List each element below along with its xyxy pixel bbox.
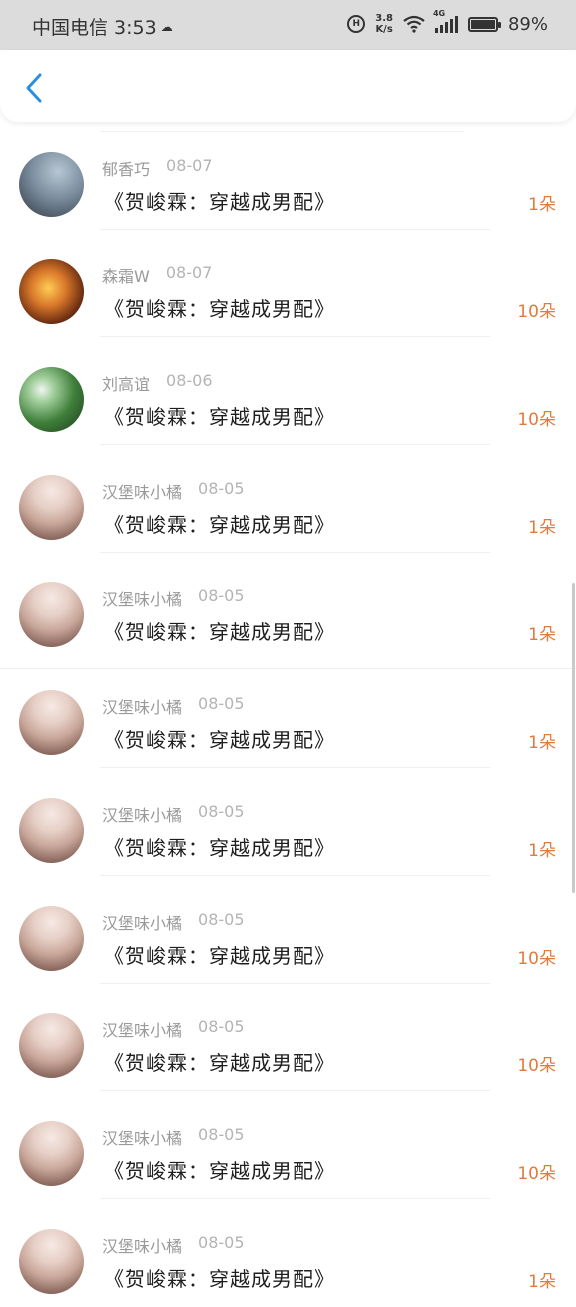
- avatar[interactable]: [19, 367, 84, 432]
- name-line: 汉堡味小橘 08-05: [102, 910, 245, 934]
- name-line: 汉堡味小橘 08-05: [102, 586, 245, 610]
- book-title[interactable]: 《贺峻霖：穿越成男配》: [104, 1155, 335, 1184]
- book-title[interactable]: 《贺峻霖：穿越成男配》: [104, 940, 335, 969]
- avatar[interactable]: [19, 690, 84, 755]
- gift-amount: 1朵: [528, 841, 556, 861]
- list-item[interactable]: 汉堡味小橘 08-05 《贺峻霖：穿越成男配》 10朵: [0, 876, 576, 984]
- list-item[interactable]: 汉堡味小橘 08-05 《贺峻霖：穿越成男配》 1朵: [0, 660, 576, 768]
- avatar[interactable]: [19, 906, 84, 971]
- status-bar: 中国电信 3:53 ☁ H 3.8 K/s 4G 89%: [0, 0, 576, 50]
- gift-amount: 10朵: [517, 1164, 556, 1184]
- book-title[interactable]: 《贺峻霖：穿越成男配》: [104, 186, 335, 215]
- status-icons: H 3.8 K/s 4G 89%: [347, 9, 548, 38]
- user-name[interactable]: 汉堡味小橘: [102, 479, 182, 503]
- user-name[interactable]: 汉堡味小橘: [102, 694, 182, 718]
- name-line: 刘高谊 08-06: [102, 371, 213, 395]
- speed-unit: K/s: [375, 24, 393, 35]
- book-title[interactable]: 《贺峻霖：穿越成男配》: [104, 401, 335, 430]
- battery-icon: [467, 16, 501, 32]
- user-name[interactable]: 森霜W: [102, 263, 150, 287]
- cloud-icon: ☁: [160, 19, 173, 34]
- chevron-left-icon: [26, 73, 42, 103]
- name-line: 汉堡味小橘 08-05: [102, 1017, 245, 1041]
- network-type: 4G: [432, 9, 446, 18]
- book-title[interactable]: 《贺峻霖：穿越成男配》: [104, 509, 335, 538]
- book-title[interactable]: 《贺峻霖：穿越成男配》: [104, 616, 335, 645]
- book-title[interactable]: 《贺峻霖：穿越成男配》: [104, 1263, 335, 1292]
- avatar[interactable]: [19, 152, 84, 217]
- user-name[interactable]: 郁香巧: [102, 156, 150, 180]
- speed-value: 3.8: [375, 13, 393, 24]
- name-line: 汉堡味小橘 08-05: [102, 1125, 245, 1149]
- avatar[interactable]: [19, 798, 84, 863]
- back-button[interactable]: [16, 68, 52, 108]
- list-item[interactable]: 汉堡味小橘 08-05 《贺峻霖：穿越成男配》 10朵: [0, 1091, 576, 1199]
- top-nav-bar: [0, 50, 576, 122]
- list-item[interactable]: 森霜W 08-07 《贺峻霖：穿越成男配》 10朵: [0, 229, 576, 337]
- battery-percent: 89%: [507, 13, 548, 35]
- avatar[interactable]: [19, 475, 84, 540]
- gift-amount: 10朵: [517, 949, 556, 969]
- user-name[interactable]: 汉堡味小橘: [102, 1125, 182, 1149]
- gift-date: 08-05: [198, 1125, 245, 1144]
- avatar[interactable]: [19, 259, 84, 324]
- user-name[interactable]: 刘高谊: [102, 371, 150, 395]
- gift-date: 08-06: [166, 371, 213, 390]
- list-item[interactable]: 汉堡味小橘 08-05 《贺峻霖：穿越成男配》 1朵: [0, 1199, 576, 1307]
- list-item[interactable]: 汉堡味小橘 08-05 《贺峻霖：穿越成男配》 1朵: [0, 768, 576, 876]
- name-line: 汉堡味小橘 08-05: [102, 802, 245, 826]
- book-title[interactable]: 《贺峻霖：穿越成男配》: [104, 1047, 335, 1076]
- book-title[interactable]: 《贺峻霖：穿越成男配》: [104, 724, 335, 753]
- user-name[interactable]: 汉堡味小橘: [102, 910, 182, 934]
- name-line: 汉堡味小橘 08-05: [102, 1233, 245, 1257]
- carrier-time-text: 中国电信 3:53: [32, 17, 157, 39]
- carrier-time: 中国电信 3:53 ☁: [32, 13, 173, 40]
- list-item[interactable]: 汉堡味小橘 08-05 《贺峻霖：穿越成男配》 1朵: [0, 552, 576, 660]
- gift-date: 08-05: [198, 1233, 245, 1252]
- avatar[interactable]: [19, 1013, 84, 1078]
- book-title[interactable]: 《贺峻霖：穿越成男配》: [104, 832, 335, 861]
- gift-date: 08-07: [166, 156, 213, 175]
- gift-date: 08-05: [198, 1017, 245, 1036]
- list-item[interactable]: 汉堡味小橘 08-05 《贺峻霖：穿越成男配》 1朵: [0, 445, 576, 553]
- gift-amount: 10朵: [517, 410, 556, 430]
- user-name[interactable]: 汉堡味小橘: [102, 1017, 182, 1041]
- gift-date: 08-05: [198, 479, 245, 498]
- network-speed: 3.8 K/s: [375, 13, 393, 35]
- gift-date: 08-05: [198, 694, 245, 713]
- gift-date: 08-05: [198, 586, 245, 605]
- gift-date: 08-05: [198, 802, 245, 821]
- gift-date: 08-05: [198, 910, 245, 929]
- user-name[interactable]: 汉堡味小橘: [102, 1233, 182, 1257]
- gift-amount: 1朵: [528, 195, 556, 215]
- list-item[interactable]: 郁香巧 08-07 《贺峻霖：穿越成男配》 1朵: [0, 122, 576, 230]
- name-line: 森霜W 08-07: [102, 263, 212, 287]
- name-line: 郁香巧 08-07: [102, 156, 213, 180]
- gift-amount: 1朵: [528, 733, 556, 753]
- list-item[interactable]: 刘高谊 08-06 《贺峻霖：穿越成男配》 10朵: [0, 337, 576, 445]
- user-name[interactable]: 汉堡味小橘: [102, 802, 182, 826]
- gift-amount: 1朵: [528, 518, 556, 538]
- user-name[interactable]: 汉堡味小橘: [102, 586, 182, 610]
- avatar[interactable]: [19, 1229, 84, 1294]
- gift-date: 08-07: [165, 263, 213, 282]
- list-item[interactable]: 汉堡味小橘 08-05 《贺峻霖：穿越成男配》 10朵: [0, 983, 576, 1091]
- hd-icon: H: [347, 15, 366, 33]
- book-title[interactable]: 《贺峻霖：穿越成男配》: [104, 293, 335, 322]
- signal-icon: 4G: [433, 9, 458, 33]
- name-line: 汉堡味小橘 08-05: [102, 694, 245, 718]
- avatar[interactable]: [19, 582, 84, 647]
- gift-amount: 1朵: [528, 625, 556, 645]
- name-line: 汉堡味小橘 08-05: [102, 479, 245, 503]
- gift-amount: 10朵: [517, 302, 556, 322]
- scrollbar[interactable]: [572, 583, 575, 893]
- avatar[interactable]: [19, 1121, 84, 1186]
- top-divider: [100, 131, 464, 132]
- gift-amount: 10朵: [517, 1056, 556, 1076]
- wifi-icon: [403, 15, 425, 33]
